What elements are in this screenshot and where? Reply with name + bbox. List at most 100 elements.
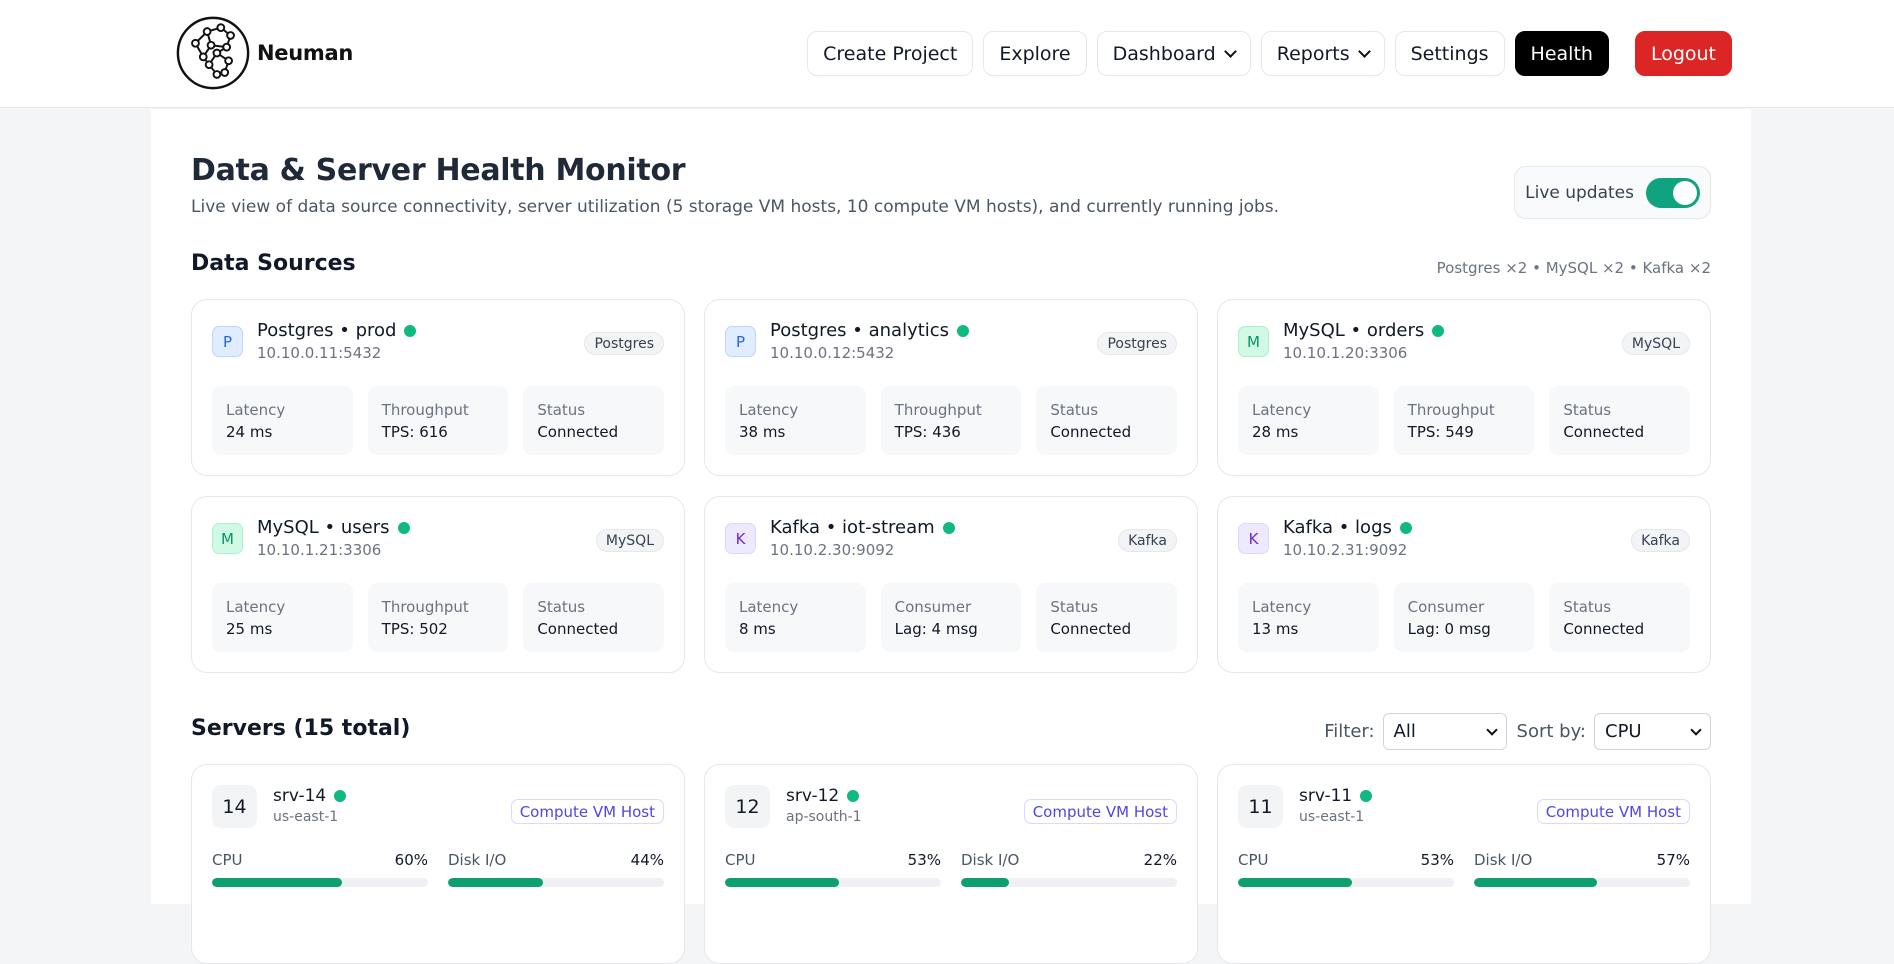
metric-label: Throughput	[894, 401, 982, 419]
metric-label: Latency	[226, 598, 286, 616]
server-name-text: srv-14	[273, 786, 327, 806]
filter-select-value: All	[1393, 721, 1416, 742]
data-source-card[interactable]: M MySQL • orders 10.10.1.20:3306 MySQL Laten…	[1217, 299, 1711, 476]
sort-select[interactable]: CPU	[1594, 713, 1711, 750]
metrics-row: Latency 8 ms Consumer Lag: 4 msg Status Conne…	[725, 583, 1177, 652]
data-source-card[interactable]: P Postgres • prod 10.10.0.11:5432 Postgres L…	[191, 299, 685, 476]
cpu-usage: CPU 53%	[1238, 851, 1454, 887]
status-dot-icon	[1399, 521, 1412, 534]
brand-name: Neuman	[257, 41, 353, 65]
usage-bars: CPU 60% Disk I/O 44%	[212, 851, 664, 887]
cpu-bar-header: CPU 53%	[725, 851, 941, 869]
metric-label: Throughput	[381, 598, 469, 616]
data-source-host: 10.10.0.12:5432	[770, 344, 895, 362]
reports-dropdown[interactable]: Reports	[1260, 31, 1385, 76]
dashboard-dropdown[interactable]: Dashboard	[1096, 31, 1251, 76]
disk-bar-track	[1474, 878, 1690, 887]
server-number: 14	[212, 785, 257, 828]
metrics-row: Latency 38 ms Throughput TPS: 436 Status Conn…	[725, 386, 1177, 455]
data-source-name: MySQL • orders	[1283, 320, 1445, 341]
metric-value: Connected	[1050, 423, 1132, 441]
metric-value: 28 ms	[1252, 423, 1299, 441]
sort-select-value: CPU	[1605, 721, 1642, 742]
server-number: 11	[1238, 785, 1283, 828]
cpu-bar-track	[212, 878, 428, 887]
health-label: Health	[1530, 42, 1593, 65]
metrics-row: Latency 25 ms Throughput TPS: 502 Status Conn…	[212, 583, 664, 652]
metric-tile: Consumer Lag: 0 msg	[1393, 583, 1535, 652]
type-badge: MySQL	[595, 529, 664, 552]
metric-value: Connected	[537, 423, 619, 441]
explore-button[interactable]: Explore	[983, 31, 1087, 76]
status-dot-icon	[1360, 790, 1373, 802]
data-source-card[interactable]: K Kafka • logs 10.10.2.31:9092 Kafka Latency…	[1217, 496, 1711, 673]
metric-value: 25 ms	[226, 620, 273, 638]
disk-percent: 57%	[1656, 851, 1690, 869]
disk-label: Disk I/O	[961, 851, 1020, 869]
health-button[interactable]: Health	[1514, 31, 1609, 76]
disk-bar-header: Disk I/O 44%	[448, 851, 664, 869]
cpu-bar-fill	[725, 878, 840, 887]
metric-label: Latency	[1252, 598, 1312, 616]
status-dot-icon	[847, 790, 860, 802]
data-source-name-text: MySQL • users	[257, 517, 390, 538]
data-source-card[interactable]: M MySQL • users 10.10.1.21:3306 MySQL Latenc…	[191, 496, 685, 673]
chevron-down-icon	[1357, 44, 1371, 58]
metric-tile: Status Connected	[523, 583, 664, 652]
chevron-down-icon	[1223, 44, 1237, 58]
data-source-host: 10.10.2.30:9092	[770, 541, 895, 559]
metric-tile: Throughput TPS: 436	[880, 386, 1022, 455]
usage-bars: CPU 53% Disk I/O 57%	[1238, 851, 1690, 887]
data-source-name: Postgres • analytics	[770, 320, 970, 341]
cpu-bar-track	[725, 878, 941, 887]
disk-usage: Disk I/O 22%	[961, 851, 1177, 887]
filter-select[interactable]: All	[1382, 713, 1507, 750]
main-content: Data & Server Health Monitor Live view o…	[151, 109, 1751, 964]
db-type-icon: K	[1238, 523, 1269, 554]
data-source-name-text: Postgres • prod	[257, 320, 397, 341]
disk-bar-fill	[448, 878, 544, 887]
type-badge: MySQL	[1621, 332, 1690, 355]
status-dot-icon	[942, 521, 955, 534]
brand[interactable]: Neuman	[173, 14, 353, 92]
data-source-card[interactable]: K Kafka • iot-stream 10.10.2.30:9092 Kafka L…	[704, 496, 1198, 673]
metric-value: Lag: 4 msg	[894, 620, 978, 638]
metric-tile: Latency 24 ms	[212, 386, 353, 455]
card-header: K Kafka • iot-stream 10.10.2.30:9092	[725, 517, 1177, 559]
disk-bar-fill	[1474, 878, 1598, 887]
chevron-down-icon	[1690, 723, 1702, 736]
disk-bar-track	[961, 878, 1177, 887]
db-type-icon: P	[212, 326, 243, 357]
metric-tile: Consumer Lag: 4 msg	[880, 583, 1022, 652]
metric-value: Connected	[1563, 423, 1645, 441]
server-card[interactable]: 14 srv-14 us-east-1 Compute VM Host CPU 60% Di…	[191, 764, 685, 964]
cpu-usage: CPU 60%	[212, 851, 428, 887]
metric-value: Connected	[1563, 620, 1645, 638]
toggle-knob	[1673, 180, 1697, 205]
status-dot-icon	[404, 324, 417, 337]
data-source-name: Postgres • prod	[257, 320, 417, 341]
data-source-name: Kafka • iot-stream	[770, 517, 955, 538]
live-updates-toggle[interactable]	[1646, 177, 1700, 208]
create-project-button[interactable]: Create Project	[807, 31, 974, 76]
cpu-usage: CPU 53%	[725, 851, 941, 887]
metric-tile: Latency 28 ms	[1238, 386, 1379, 455]
db-type-icon: M	[212, 523, 243, 554]
data-sources-title: Data Sources	[191, 251, 356, 276]
server-card[interactable]: 12 srv-12 ap-south-1 Compute VM Host CPU 53% D…	[704, 764, 1198, 964]
metric-tile: Latency 38 ms	[725, 386, 866, 455]
data-source-card[interactable]: P Postgres • analytics 10.10.0.12:5432 Post…	[704, 299, 1198, 476]
cpu-label: CPU	[212, 851, 243, 869]
metric-label: Latency	[739, 598, 799, 616]
metric-tile: Throughput TPS: 616	[367, 386, 509, 455]
metric-value: TPS: 502	[381, 620, 448, 638]
logout-button[interactable]: Logout	[1634, 31, 1732, 76]
metric-label: Consumer	[1407, 598, 1485, 616]
server-card[interactable]: 11 srv-11 us-east-1 Compute VM Host CPU 53% Di…	[1217, 764, 1711, 964]
create-project-label: Create Project	[823, 42, 958, 65]
db-type-icon: M	[1238, 326, 1269, 357]
metric-label: Status	[1050, 598, 1099, 616]
usage-bars: CPU 53% Disk I/O 22%	[725, 851, 1177, 887]
card-title-block: Kafka • iot-stream 10.10.2.30:9092	[770, 517, 955, 559]
settings-button[interactable]: Settings	[1394, 31, 1505, 76]
